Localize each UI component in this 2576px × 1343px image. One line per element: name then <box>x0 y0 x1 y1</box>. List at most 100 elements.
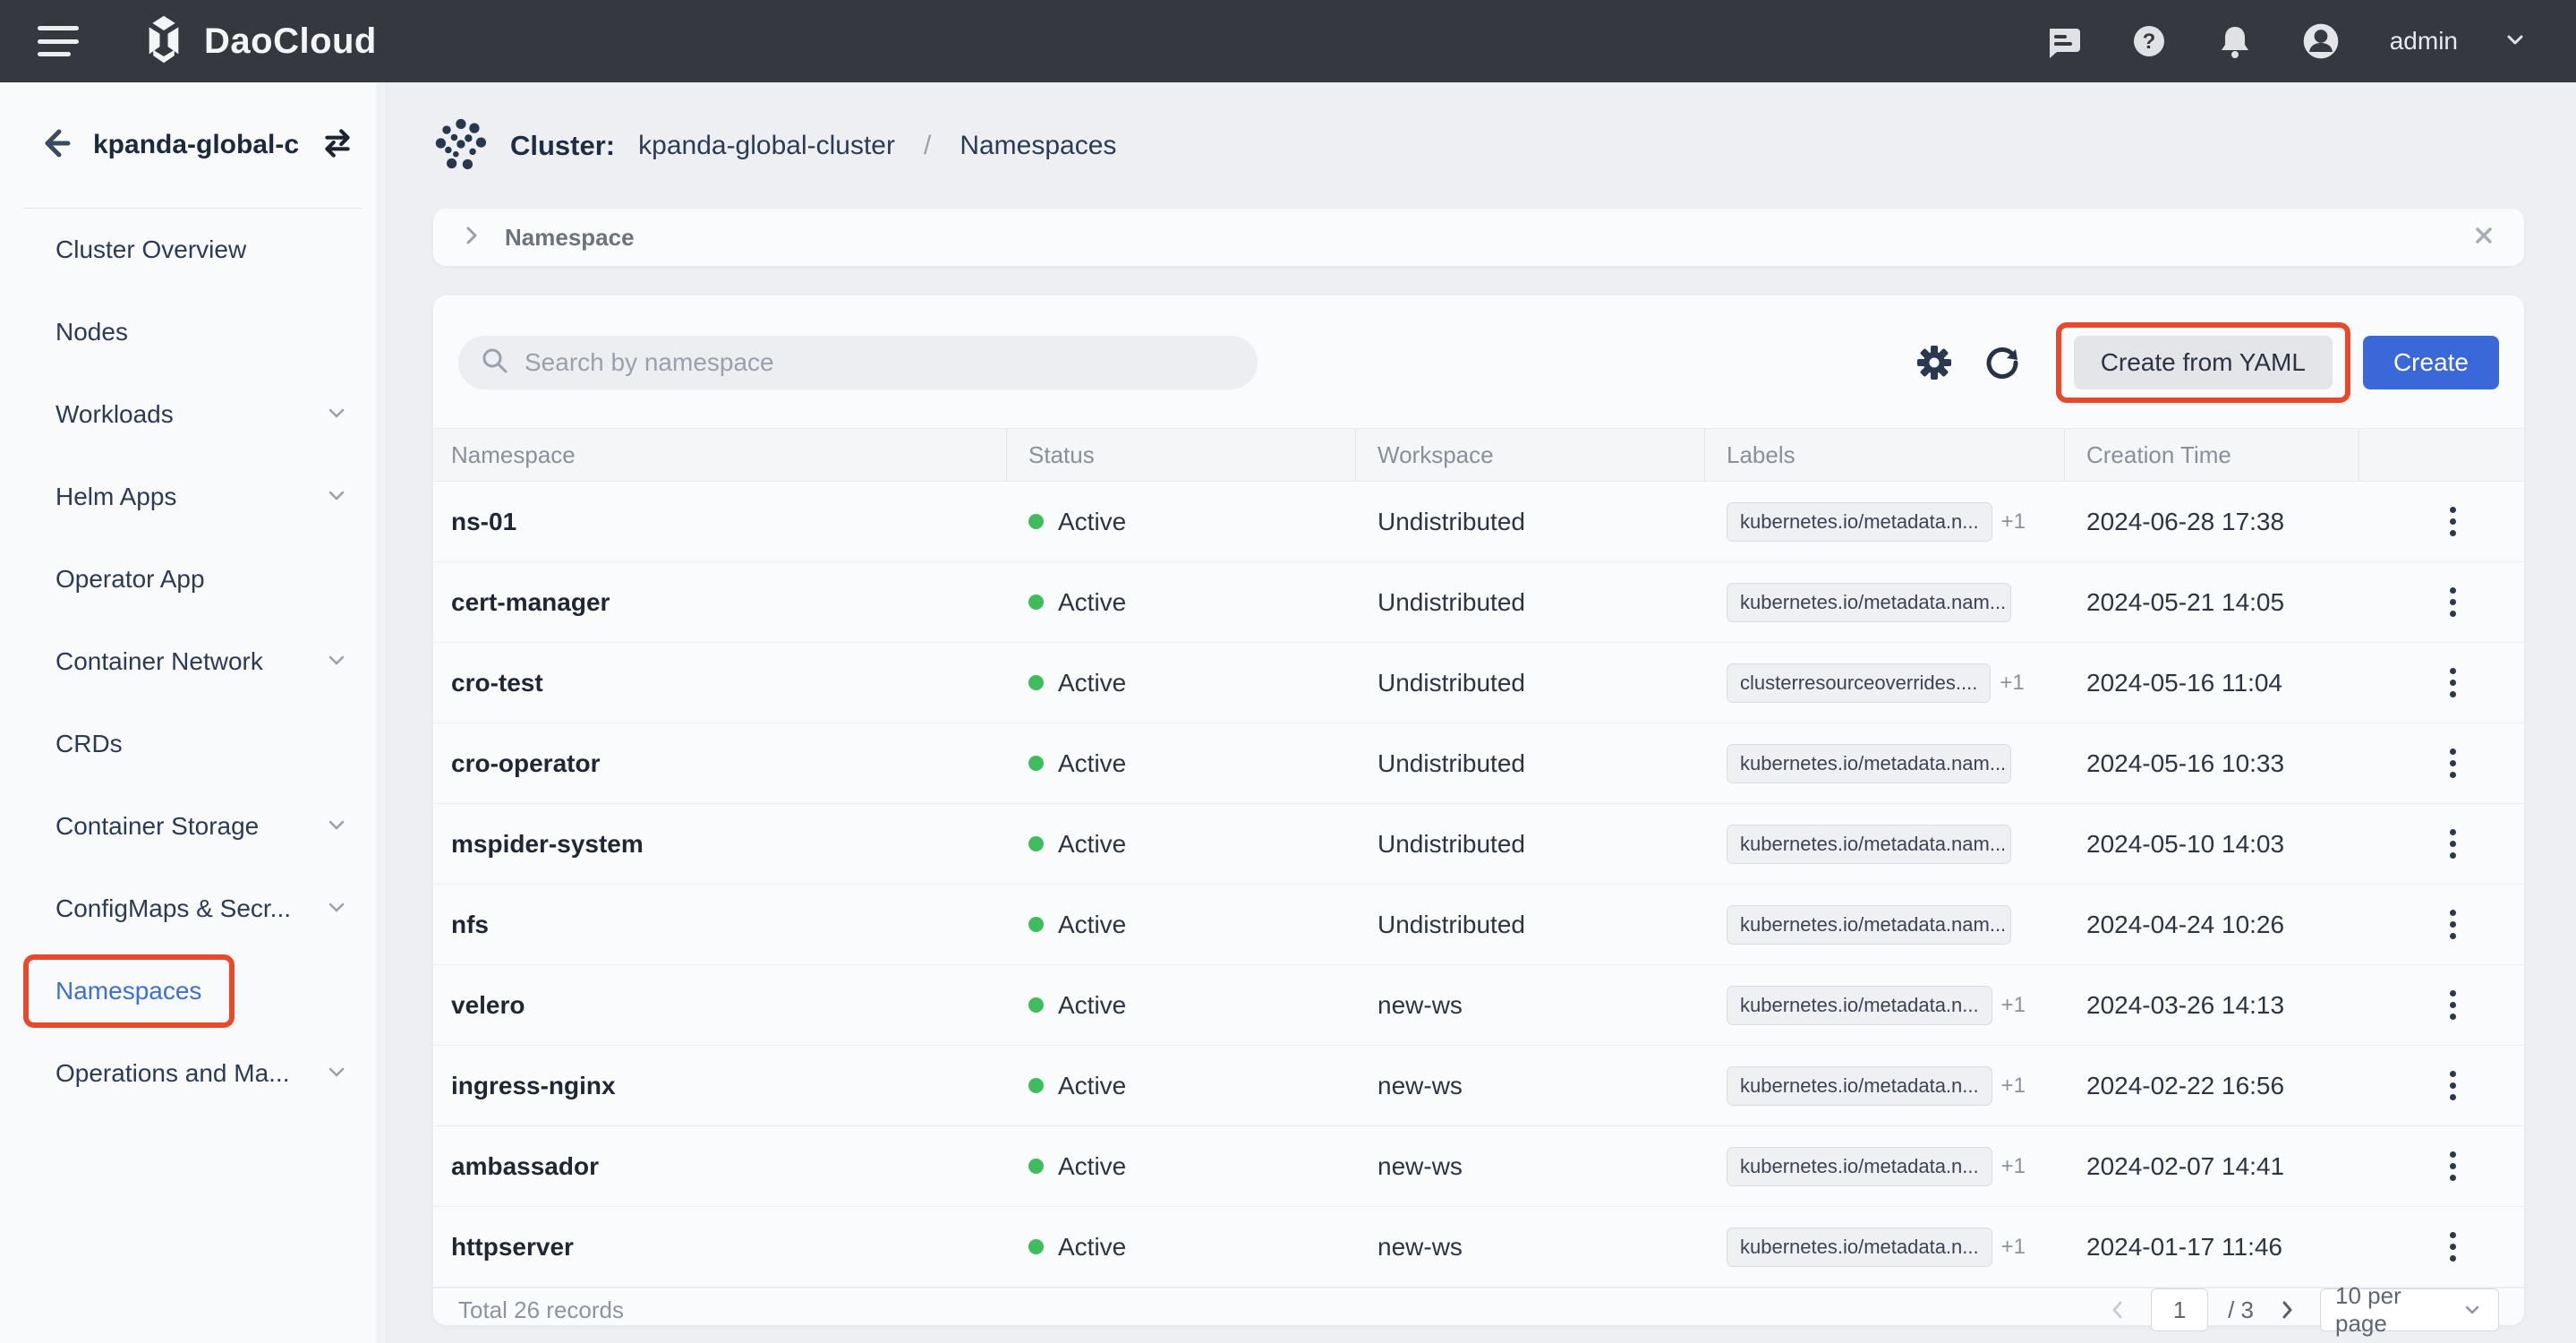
namespace-name[interactable]: cert-manager <box>433 562 1007 642</box>
username[interactable]: admin <box>2390 27 2458 56</box>
sidebar-scrollbar[interactable] <box>376 82 386 1343</box>
actions-cell <box>2359 804 2524 884</box>
table-row[interactable]: cro-operator Active Undistributed kubern… <box>433 723 2524 804</box>
creation-time-cell: 2024-02-07 14:41 <box>2065 1126 2359 1206</box>
table-row[interactable]: mspider-system Active Undistributed kube… <box>433 804 2524 885</box>
status-active-dot <box>1028 514 1044 529</box>
close-icon[interactable] <box>2470 222 2497 253</box>
namespace-name[interactable]: mspider-system <box>433 804 1007 884</box>
namespace-name[interactable]: ingress-nginx <box>433 1046 1007 1125</box>
label-extra-count[interactable]: +1 <box>2001 1235 2026 1260</box>
label-chip[interactable]: kubernetes.io/metadata.n... <box>1727 986 1992 1025</box>
label-chip[interactable]: kubernetes.io/metadata.n... <box>1727 1147 1992 1186</box>
search-bar[interactable] <box>458 336 1258 389</box>
search-input[interactable] <box>525 348 1236 377</box>
sidebar-item-label: Container Network <box>55 647 263 676</box>
label-chip[interactable]: clusterresourceoverrides.... <box>1727 663 1991 703</box>
page-number-input[interactable] <box>2151 1288 2208 1331</box>
row-actions-kebab-icon[interactable] <box>2443 902 2463 946</box>
label-chip[interactable]: kubernetes.io/metadata.nam... <box>1727 583 2011 622</box>
sidebar-item-label: Operations and Ma... <box>55 1059 289 1088</box>
sidebar-item-cluster-overview[interactable]: Cluster Overview <box>0 209 386 291</box>
namespace-name[interactable]: velero <box>433 965 1007 1045</box>
sidebar-item-workloads[interactable]: Workloads <box>0 373 386 456</box>
prev-page-icon[interactable] <box>2104 1296 2131 1323</box>
labels-cell: kubernetes.io/metadata.nam... <box>1705 804 2065 884</box>
breadcrumb-separator: / <box>924 131 931 161</box>
namespace-collapse-bar[interactable]: Namespace <box>433 209 2524 266</box>
column-settings-gear-icon[interactable] <box>1913 341 1956 384</box>
table-row[interactable]: nfs Active Undistributed kubernetes.io/m… <box>433 885 2524 965</box>
table-row[interactable]: velero Active new-ws kubernetes.io/metad… <box>433 965 2524 1046</box>
per-page-select[interactable]: 10 per page <box>2320 1288 2499 1331</box>
label-chip[interactable]: kubernetes.io/metadata.nam... <box>1727 744 2011 783</box>
notifications-bell-icon[interactable] <box>2214 21 2256 62</box>
sidebar-item-container-storage[interactable]: Container Storage <box>0 785 386 868</box>
create-from-yaml-button[interactable]: Create from YAML <box>2074 336 2333 389</box>
sidebar-item-container-network[interactable]: Container Network <box>0 620 386 703</box>
row-actions-kebab-icon[interactable] <box>2443 1144 2463 1188</box>
column-header-status: Status <box>1007 429 1356 481</box>
switch-cluster-icon[interactable] <box>320 125 355 166</box>
messages-icon[interactable] <box>2043 21 2084 62</box>
status-active-dot <box>1028 917 1044 932</box>
table-row[interactable]: cro-test Active Undistributed clusterres… <box>433 643 2524 723</box>
per-page-value: 10 per page <box>2335 1282 2450 1338</box>
cluster-dots-icon <box>433 116 487 175</box>
user-chevron-down-icon[interactable] <box>2503 27 2528 56</box>
help-icon[interactable]: ? <box>2128 21 2170 62</box>
label-chip[interactable]: kubernetes.io/metadata.nam... <box>1727 825 2011 864</box>
row-actions-kebab-icon[interactable] <box>2443 822 2463 866</box>
namespace-name[interactable]: cro-operator <box>433 723 1007 803</box>
label-extra-count[interactable]: +1 <box>2001 993 2026 1018</box>
create-button[interactable]: Create <box>2363 336 2499 389</box>
creation-time-cell: 2024-06-28 17:38 <box>2065 482 2359 561</box>
refresh-icon[interactable] <box>1981 341 2024 384</box>
namespace-name[interactable]: nfs <box>433 885 1007 964</box>
sidebar-item-operator-app[interactable]: Operator App <box>0 538 386 620</box>
table-row[interactable]: ns-01 Active Undistributed kubernetes.io… <box>433 482 2524 562</box>
table-row[interactable]: ambassador Active new-ws kubernetes.io/m… <box>433 1126 2524 1207</box>
namespace-name[interactable]: cro-test <box>433 643 1007 723</box>
sidebar-item-nodes[interactable]: Nodes <box>0 291 386 373</box>
topbar: DaoCloud ? <box>0 0 2576 82</box>
row-actions-kebab-icon[interactable] <box>2443 1064 2463 1108</box>
total-records: Total 26 records <box>458 1296 624 1324</box>
sidebar-item-crds[interactable]: CRDs <box>0 703 386 785</box>
row-actions-kebab-icon[interactable] <box>2443 1225 2463 1269</box>
sidebar-item-namespaces[interactable]: Namespaces <box>0 950 386 1032</box>
menu-toggle-icon[interactable] <box>38 26 79 56</box>
row-actions-kebab-icon[interactable] <box>2443 661 2463 705</box>
label-extra-count[interactable]: +1 <box>2001 1074 2026 1099</box>
avatar[interactable] <box>2300 21 2341 62</box>
sidebar-item-operations-and-ma[interactable]: Operations and Ma... <box>0 1032 386 1115</box>
table-row[interactable]: cert-manager Active Undistributed kubern… <box>433 562 2524 643</box>
back-arrow-icon[interactable] <box>36 124 73 167</box>
row-actions-kebab-icon[interactable] <box>2443 741 2463 785</box>
next-page-icon[interactable] <box>2273 1296 2300 1323</box>
expand-chevron-right-icon[interactable] <box>460 224 483 252</box>
namespace-name[interactable]: httpserver <box>433 1207 1007 1287</box>
main-content: Cluster: kpanda-global-cluster / Namespa… <box>388 82 2576 1343</box>
namespace-name[interactable]: ambassador <box>433 1126 1007 1206</box>
sidebar-item-label: Operator App <box>55 565 205 594</box>
label-chip[interactable]: kubernetes.io/metadata.nam... <box>1727 905 2011 945</box>
status-text: Active <box>1058 669 1126 697</box>
label-extra-count[interactable]: +1 <box>2001 1154 2026 1179</box>
row-actions-kebab-icon[interactable] <box>2443 983 2463 1027</box>
row-actions-kebab-icon[interactable] <box>2443 500 2463 543</box>
row-actions-kebab-icon[interactable] <box>2443 580 2463 624</box>
label-extra-count[interactable]: +1 <box>2000 671 2024 696</box>
namespace-name[interactable]: ns-01 <box>433 482 1007 561</box>
sidebar-item-helm-apps[interactable]: Helm Apps <box>0 456 386 538</box>
workspace-cell: new-ws <box>1356 1126 1705 1206</box>
table-row[interactable]: ingress-nginx Active new-ws kubernetes.i… <box>433 1046 2524 1126</box>
label-chip[interactable]: kubernetes.io/metadata.n... <box>1727 1066 1992 1106</box>
label-extra-count[interactable]: +1 <box>2001 509 2026 535</box>
label-chip[interactable]: kubernetes.io/metadata.n... <box>1727 502 1992 542</box>
sidebar-item-configmaps-secr[interactable]: ConfigMaps & Secr... <box>0 868 386 950</box>
status-text: Active <box>1058 749 1126 778</box>
table-row[interactable]: httpserver Active new-ws kubernetes.io/m… <box>433 1207 2524 1287</box>
label-chip[interactable]: kubernetes.io/metadata.n... <box>1727 1228 1992 1267</box>
breadcrumb-cluster[interactable]: kpanda-global-cluster <box>638 131 895 161</box>
